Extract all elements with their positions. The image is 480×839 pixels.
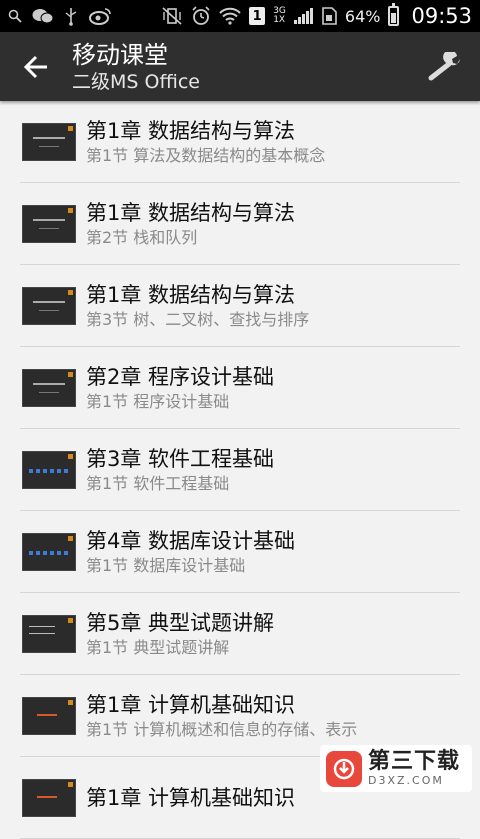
lesson-list: 第1章 数据结构与算法 第1节 算法及数据结构的基本概念 第1章 数据结构与算法… bbox=[0, 101, 480, 839]
lesson-thumbnail bbox=[22, 450, 76, 489]
item-title: 第1章 数据结构与算法 bbox=[86, 200, 296, 225]
item-subtitle: 第1节 软件工程基础 bbox=[86, 473, 230, 493]
watermark-domain: D3XZ.COM bbox=[368, 774, 444, 787]
lesson-thumbnail bbox=[22, 368, 76, 407]
watermark-name: 第三下载 bbox=[368, 749, 461, 774]
item-subtitle: 第1节 算法及数据结构的基本概念 bbox=[86, 145, 326, 165]
watermark: 第三下载 D3XZ.COM bbox=[320, 745, 472, 792]
mute-vibrate-icon bbox=[161, 7, 183, 25]
item-subtitle: 第1节 计算机概述和信息的存储、表示 bbox=[86, 719, 358, 739]
battery-percent: 64% bbox=[344, 6, 381, 26]
item-subtitle: 第2节 栈和队列 bbox=[86, 227, 198, 247]
item-title: 第1章 计算机基础知识 bbox=[86, 692, 296, 717]
page-title: 移动课堂 bbox=[72, 40, 168, 69]
list-item[interactable]: 第2章 程序设计基础 第1节 程序设计基础 bbox=[20, 347, 460, 429]
item-title: 第1章 数据结构与算法 bbox=[86, 282, 296, 307]
signal-icon bbox=[293, 8, 313, 24]
usb-icon bbox=[64, 6, 78, 26]
item-subtitle: 第1节 数据库设计基础 bbox=[86, 555, 246, 575]
list-item[interactable]: 第3章 软件工程基础 第1节 软件工程基础 bbox=[20, 429, 460, 511]
list-item[interactable]: 第1章 数据结构与算法 第2节 栈和队列 bbox=[20, 183, 460, 265]
weibo-icon bbox=[88, 7, 112, 25]
sim-icon: 1 bbox=[249, 7, 266, 25]
back-button[interactable] bbox=[0, 32, 72, 101]
list-item[interactable]: 第4章 数据库设计基础 第1节 数据库设计基础 bbox=[20, 511, 460, 593]
lesson-thumbnail bbox=[22, 696, 76, 735]
lesson-thumbnail bbox=[22, 122, 76, 161]
wrench-icon bbox=[428, 51, 460, 80]
list-item[interactable]: 第5章 典型试题讲解 第1节 典型试题讲解 bbox=[20, 593, 460, 675]
list-item[interactable]: 第1章 数据结构与算法 第1节 算法及数据结构的基本概念 bbox=[20, 101, 460, 183]
item-subtitle: 第1节 程序设计基础 bbox=[86, 391, 230, 411]
network-type: 3G 1X bbox=[273, 6, 286, 25]
sim-card-icon bbox=[321, 7, 337, 25]
lesson-thumbnail bbox=[22, 532, 76, 571]
item-subtitle: 第3节 树、二叉树、查找与排序 bbox=[86, 309, 310, 329]
search-icon bbox=[8, 9, 22, 23]
item-title: 第1章 计算机基础知识 bbox=[86, 785, 296, 810]
action-bar: 移动课堂 二级MS Office bbox=[0, 32, 480, 101]
lesson-thumbnail bbox=[22, 204, 76, 243]
item-title: 第4章 数据库设计基础 bbox=[86, 528, 296, 553]
wechat-icon bbox=[32, 7, 54, 25]
page-subtitle: 二级MS Office bbox=[72, 70, 200, 93]
status-bar: 1 3G 1X 64% 09:53 bbox=[0, 0, 480, 32]
lesson-thumbnail bbox=[22, 614, 76, 653]
clock: 09:53 bbox=[411, 4, 472, 28]
back-arrow-icon bbox=[23, 55, 47, 78]
lesson-thumbnail bbox=[22, 286, 76, 325]
item-subtitle: 第1节 典型试题讲解 bbox=[86, 637, 230, 657]
download-logo-icon bbox=[326, 750, 362, 787]
list-item[interactable]: 第1章 数据结构与算法 第3节 树、二叉树、查找与排序 bbox=[20, 265, 460, 347]
item-title: 第2章 程序设计基础 bbox=[86, 364, 275, 389]
item-title: 第1章 数据结构与算法 bbox=[86, 118, 296, 143]
battery-icon bbox=[388, 3, 400, 26]
wifi-icon bbox=[219, 7, 241, 25]
alarm-icon bbox=[191, 6, 211, 26]
settings-button[interactable] bbox=[410, 32, 480, 101]
lesson-thumbnail bbox=[22, 778, 76, 817]
item-title: 第5章 典型试题讲解 bbox=[86, 610, 275, 635]
item-title: 第3章 软件工程基础 bbox=[86, 446, 275, 471]
